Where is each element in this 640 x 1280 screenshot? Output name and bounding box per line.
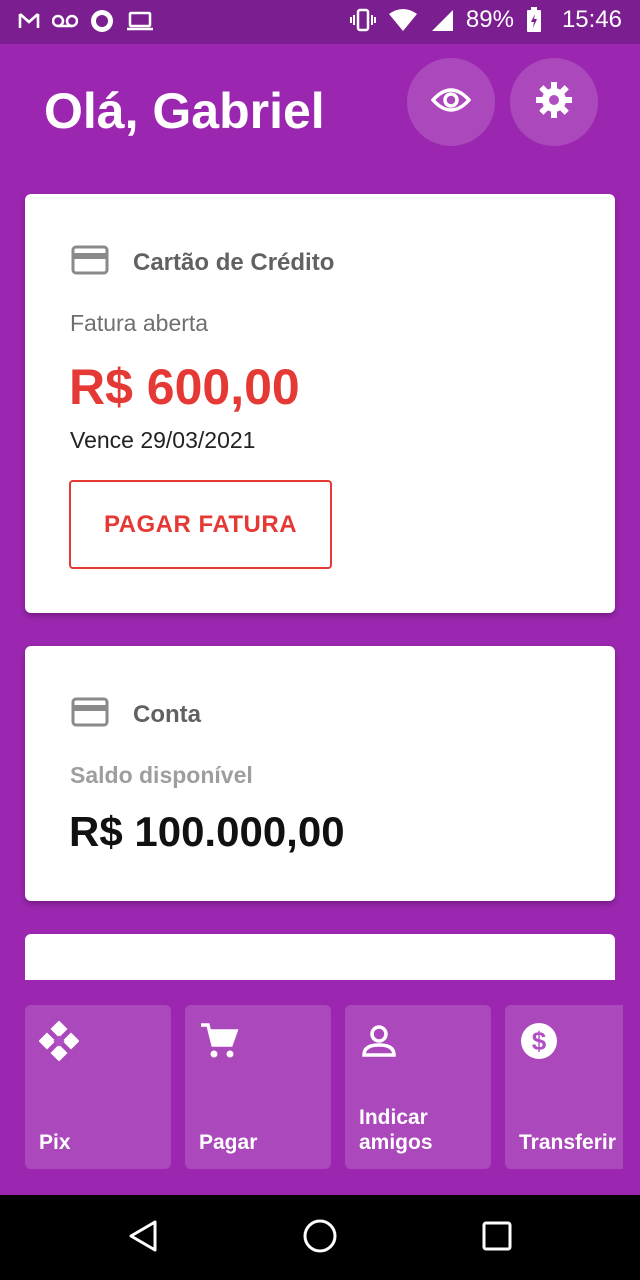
- clock: 15:46: [561, 6, 622, 33]
- account-header: Conta: [71, 696, 201, 733]
- home-button[interactable]: [295, 1213, 345, 1263]
- svg-text:$: $: [532, 1026, 547, 1056]
- recents-square-icon: [481, 1220, 513, 1257]
- cart-icon: [199, 1021, 239, 1066]
- laptop-icon: [126, 11, 154, 31]
- vibrate-icon: [349, 7, 376, 33]
- status-bar: 89% 15:46: [0, 0, 640, 44]
- recents-button[interactable]: [472, 1213, 522, 1263]
- action-refer-friends[interactable]: Indicar amigos: [345, 1005, 491, 1169]
- pay-invoice-button[interactable]: PAGAR FATURA: [69, 480, 332, 569]
- android-navigation-bar: [0, 1195, 640, 1280]
- credit-card-card[interactable]: Cartão de Crédito Fatura aberta R$ 600,0…: [25, 194, 615, 613]
- battery-charging-icon: [526, 7, 542, 33]
- account-card-icon: [71, 696, 109, 733]
- home-circle-icon: [302, 1218, 338, 1259]
- account-title: Conta: [133, 700, 201, 728]
- action-refer-friends-label: Indicar amigos: [359, 1106, 433, 1154]
- toggle-visibility-button[interactable]: [407, 58, 495, 146]
- credit-card-header: Cartão de Crédito: [71, 244, 334, 281]
- gmail-icon: [18, 12, 40, 30]
- battery-percent: 89%: [465, 6, 514, 33]
- wifi-icon: [388, 8, 418, 32]
- action-pix[interactable]: Pix: [25, 1005, 171, 1169]
- next-card-partial[interactable]: [25, 934, 615, 980]
- invoice-due-date: Vence 29/03/2021: [70, 427, 256, 453]
- credit-card-title: Cartão de Crédito: [133, 248, 335, 276]
- dollar-icon: $: [519, 1021, 559, 1066]
- account-card[interactable]: Conta Saldo disponível R$ 100.000,00: [25, 646, 615, 901]
- action-transfer-label: Transferir: [519, 1131, 616, 1154]
- signal-icon: [430, 8, 454, 32]
- action-transfer[interactable]: $ Transferir: [505, 1005, 623, 1169]
- voicemail-icon: [52, 14, 78, 28]
- action-pay[interactable]: Pagar: [185, 1005, 331, 1169]
- person-icon: [359, 1021, 399, 1066]
- pix-icon: [38, 1020, 80, 1066]
- invoice-label: Fatura aberta: [70, 310, 209, 336]
- back-triangle-icon: [127, 1219, 159, 1258]
- action-pay-label: Pagar: [199, 1131, 258, 1154]
- credit-card-icon: [71, 244, 109, 281]
- balance-amount: R$ 100.000,00: [69, 808, 345, 855]
- action-pix-label: Pix: [39, 1131, 71, 1154]
- back-button[interactable]: [118, 1213, 168, 1263]
- balance-label: Saldo disponível: [70, 762, 253, 788]
- eye-icon: [430, 86, 472, 119]
- circle-app-icon: [90, 9, 114, 33]
- greeting-title: Olá, Gabriel: [44, 83, 325, 139]
- gear-icon: [534, 80, 574, 125]
- settings-button[interactable]: [510, 58, 598, 146]
- invoice-amount: R$ 600,00: [69, 359, 300, 415]
